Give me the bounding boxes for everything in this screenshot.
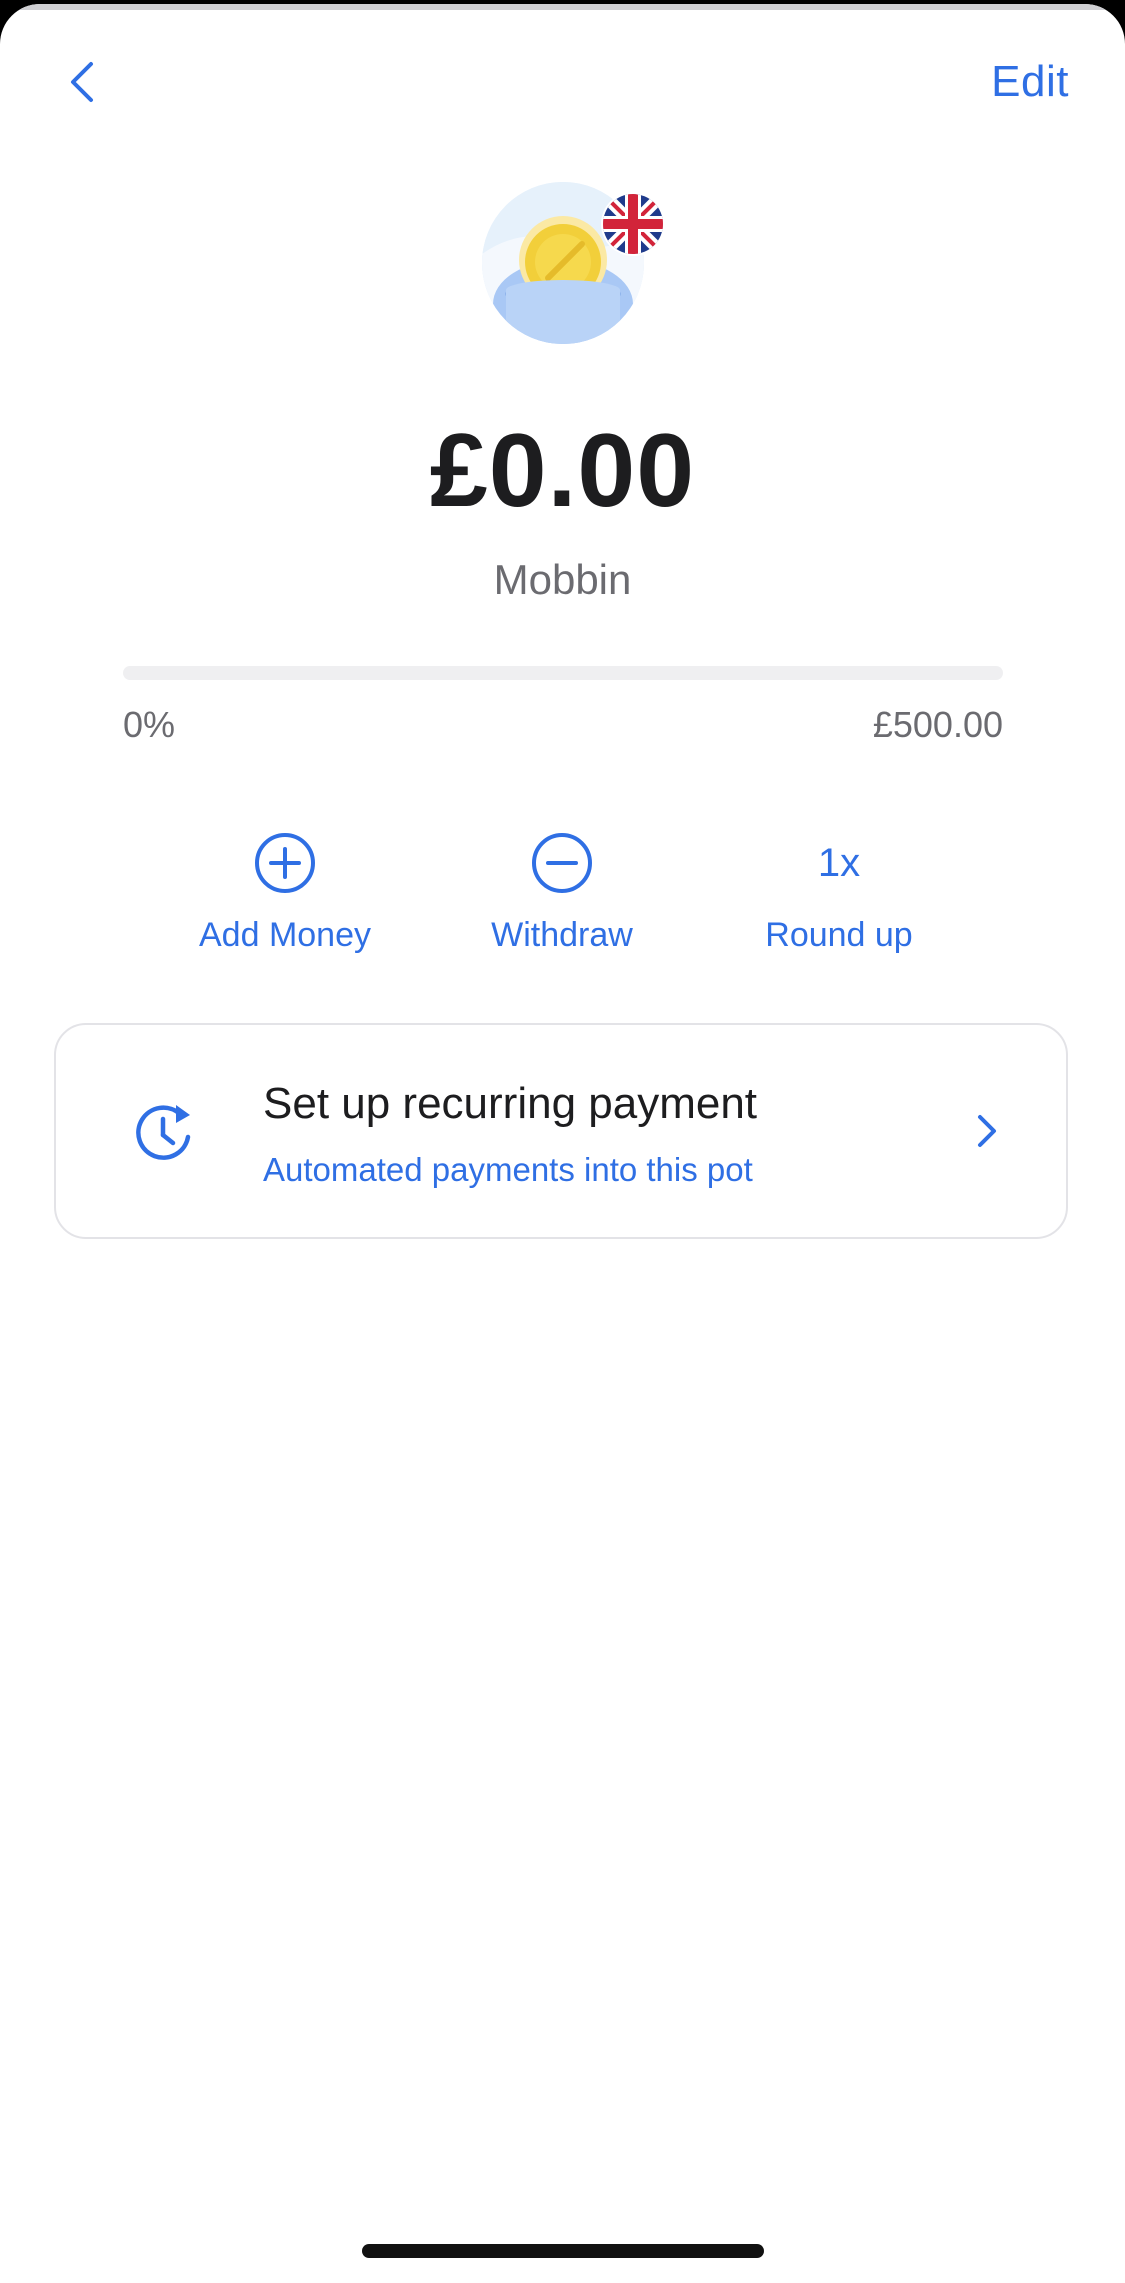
home-indicator [362,2244,764,2258]
goal-progress-bar [123,666,1003,680]
add-money-label: Add Money [199,916,371,954]
withdraw-label: Withdraw [491,916,633,954]
pot-name: Mobbin [493,556,632,603]
chevron-left-icon [71,62,93,102]
chevron-right-icon [978,1115,996,1147]
round-up-label: Round up [765,916,913,954]
goal-amount: £500.00 [872,704,1003,745]
recurring-payment-card[interactable]: Set up recurring payment Automated payme… [54,1023,1068,1239]
uk-flag-badge [603,194,663,254]
uk-flag-icon [603,194,663,254]
recurring-payment-subtitle: Automated payments into this pot [263,1151,753,1188]
pot-balance: £0.00 [429,413,696,529]
progress-percent: 0% [123,704,176,745]
round-up-multiplier: 1x [817,841,861,885]
back-button[interactable] [55,54,111,110]
round-up-button[interactable]: 1x Round up [719,830,959,970]
edit-button[interactable]: Edit [991,54,1069,110]
clock-refresh-icon [136,1105,191,1160]
add-money-button[interactable]: Add Money [165,830,405,970]
recurring-payment-title: Set up recurring payment [263,1079,758,1128]
modal-top-edge [0,4,1125,10]
withdraw-button[interactable]: Withdraw [442,830,682,970]
minus-circle-icon [532,833,592,893]
plus-circle-icon [255,833,315,893]
pot-detail-screen: Edit £0.00 Mobbin 0% £500.00 Add Money W… [0,4,1125,2283]
